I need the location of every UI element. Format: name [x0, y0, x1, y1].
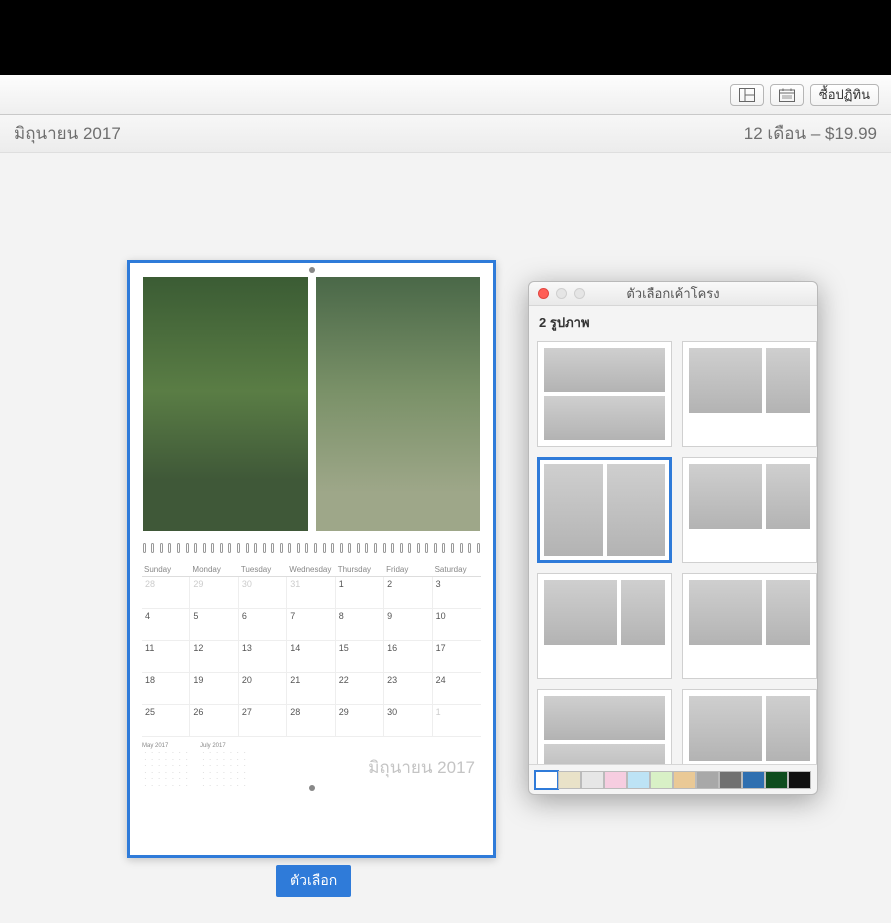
layout-template-1[interactable]	[537, 341, 672, 447]
calendar-cell[interactable]: 4	[142, 609, 190, 641]
calendar-cell[interactable]: 1	[433, 705, 481, 737]
layout-options-toolbar-button[interactable]	[730, 84, 764, 106]
layout-template-6[interactable]	[682, 573, 817, 679]
calendar-cell[interactable]: 2	[384, 577, 432, 609]
calendar-page-grid: SundayMondayTuesdayWednesdayThursdayFrid…	[130, 555, 493, 795]
calendar-cell[interactable]: 27	[239, 705, 287, 737]
color-swatch[interactable]	[627, 771, 650, 789]
calendar-cell[interactable]: 17	[433, 641, 481, 673]
calendar-day-headers: SundayMondayTuesdayWednesdayThursdayFrid…	[142, 563, 481, 577]
calendar-cell[interactable]: 11	[142, 641, 190, 673]
title-bar-placeholder	[0, 0, 891, 75]
calendar-cell[interactable]: 15	[336, 641, 384, 673]
panel-title: ตัวเลือกเค้าโครง	[529, 283, 817, 304]
day-header: Thursday	[336, 563, 384, 576]
layout-template-2[interactable]	[682, 341, 817, 447]
color-swatch[interactable]	[719, 771, 742, 789]
calendar-page-photos	[130, 263, 493, 541]
layout-template-7[interactable]	[537, 689, 672, 764]
calendar-cell[interactable]: 21	[287, 673, 335, 705]
mini-month: July 2017·······························…	[200, 743, 248, 789]
info-bar: มิถุนายน 2017 12 เดือน – $19.99	[0, 115, 891, 153]
color-swatch[interactable]	[604, 771, 627, 789]
day-header: Sunday	[142, 563, 190, 576]
calendar-cell[interactable]: 31	[287, 577, 335, 609]
price-label: 12 เดือน – $19.99	[744, 120, 877, 147]
calendar-cell[interactable]: 16	[384, 641, 432, 673]
toolbar: ซื้อปฏิทิน	[0, 75, 891, 115]
calendar-cell[interactable]: 28	[287, 705, 335, 737]
workspace: SundayMondayTuesdayWednesdayThursdayFrid…	[0, 153, 891, 923]
color-swatch[interactable]	[742, 771, 765, 789]
color-swatch[interactable]	[581, 771, 604, 789]
calendar-cell[interactable]: 5	[190, 609, 238, 641]
color-swatch[interactable]	[788, 771, 811, 789]
calendar-cell[interactable]: 22	[336, 673, 384, 705]
calendar-cell[interactable]: 18	[142, 673, 190, 705]
calendar-settings-button[interactable]	[770, 84, 804, 106]
color-swatch[interactable]	[535, 771, 558, 789]
layout-template-3[interactable]	[537, 457, 672, 563]
calendar-cell[interactable]: 30	[384, 705, 432, 737]
spiral-binding	[130, 541, 493, 555]
calendar-cell[interactable]: 19	[190, 673, 238, 705]
calendar-cell[interactable]: 24	[433, 673, 481, 705]
calendar-cell[interactable]: 20	[239, 673, 287, 705]
callout-pointer	[697, 28, 699, 75]
calendar-cell[interactable]: 30	[239, 577, 287, 609]
calendar-photo-2[interactable]	[316, 277, 481, 531]
calendar-cell[interactable]: 1	[336, 577, 384, 609]
calendar-cell[interactable]: 8	[336, 609, 384, 641]
calendar-cell[interactable]: 29	[336, 705, 384, 737]
calendar-cell[interactable]: 26	[190, 705, 238, 737]
day-header: Wednesday	[287, 563, 335, 576]
panel-subtitle: 2 รูปภาพ	[529, 306, 817, 337]
color-swatch[interactable]	[558, 771, 581, 789]
calendar-cell[interactable]: 7	[287, 609, 335, 641]
calendar-dates-grid: 2829303112345678910111213141516171819202…	[142, 577, 481, 737]
layout-template-5[interactable]	[537, 573, 672, 679]
layout-template-8[interactable]	[682, 689, 817, 764]
day-header: Friday	[384, 563, 432, 576]
calendar-cell[interactable]: 6	[239, 609, 287, 641]
calendar-page-preview[interactable]: SundayMondayTuesdayWednesdayThursdayFrid…	[127, 260, 496, 858]
calendar-cell[interactable]: 14	[287, 641, 335, 673]
layout-templates-grid	[529, 337, 817, 764]
calendar-cell[interactable]: 13	[239, 641, 287, 673]
color-swatch[interactable]	[696, 771, 719, 789]
background-color-picker	[529, 764, 817, 794]
layout-template-4[interactable]	[682, 457, 817, 563]
day-header: Tuesday	[239, 563, 287, 576]
color-swatch[interactable]	[673, 771, 696, 789]
calendar-cell[interactable]: 12	[190, 641, 238, 673]
calendar-cell[interactable]: 9	[384, 609, 432, 641]
options-button[interactable]: ตัวเลือก	[276, 865, 351, 897]
calendar-cell[interactable]: 29	[190, 577, 238, 609]
calendar-icon	[779, 88, 795, 102]
calendar-cell[interactable]: 3	[433, 577, 481, 609]
calendar-month-big-label: มิถุนายน 2017	[368, 754, 475, 781]
buy-calendar-button[interactable]: ซื้อปฏิทิน	[810, 84, 879, 106]
calendar-cell[interactable]: 28	[142, 577, 190, 609]
color-swatch[interactable]	[650, 771, 673, 789]
day-header: Saturday	[433, 563, 481, 576]
layout-icon	[739, 88, 755, 102]
calendar-photo-1[interactable]	[143, 277, 308, 531]
color-swatch[interactable]	[765, 771, 788, 789]
panel-titlebar: ตัวเลือกเค้าโครง	[529, 282, 817, 306]
mini-month: May 2017································…	[142, 743, 190, 789]
current-month-title: มิถุนายน 2017	[14, 120, 121, 147]
calendar-cell[interactable]: 25	[142, 705, 190, 737]
calendar-cell[interactable]: 23	[384, 673, 432, 705]
day-header: Monday	[190, 563, 238, 576]
page-hole-bottom	[309, 785, 315, 791]
page-hole-top	[309, 267, 315, 273]
layout-options-panel: ตัวเลือกเค้าโครง 2 รูปภาพ	[528, 281, 818, 795]
calendar-cell[interactable]: 10	[433, 609, 481, 641]
